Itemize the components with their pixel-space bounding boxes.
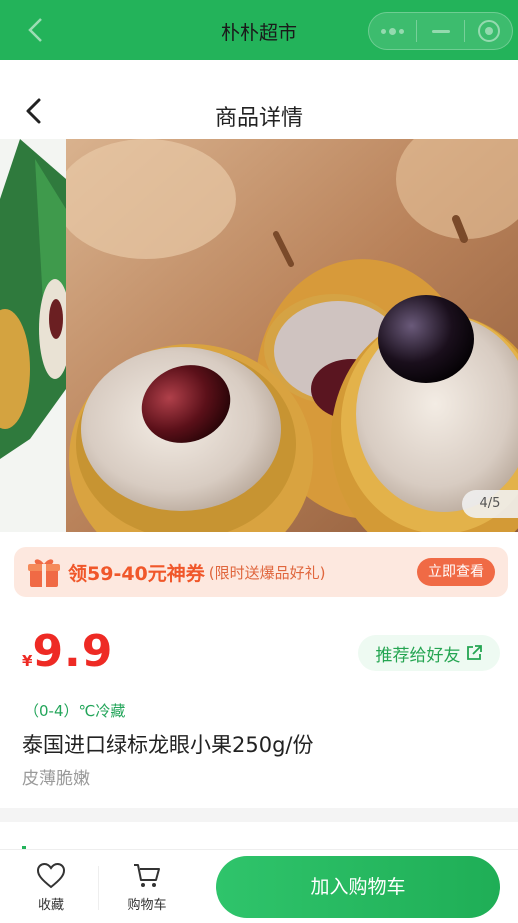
minimize-icon[interactable] [417, 13, 464, 49]
gift-icon [26, 554, 62, 590]
bottom-divider [98, 866, 99, 910]
add-to-cart-button[interactable]: 加入购物车 [216, 856, 500, 918]
price-value: 9.9 [32, 626, 114, 677]
coupon-title: 领59-40元神券 [68, 562, 205, 585]
favorite-label: 收藏 [37, 898, 64, 913]
previous-image-peek[interactable] [0, 139, 66, 532]
more-dots-icon[interactable] [369, 13, 416, 49]
mp-capsule [368, 12, 513, 50]
page-header: 商品详情 [0, 60, 518, 140]
product-name: 泰国进口绿标龙眼小果250g/份 [22, 733, 314, 757]
next-section-peek [0, 822, 518, 854]
share-label: 推荐给好友 [375, 645, 461, 666]
product-price: ¥ 9.9 [22, 626, 113, 677]
longan-product-image [56, 139, 518, 532]
heart-icon [36, 862, 66, 890]
coupon-banner[interactable]: 领59-40元神券 (限时送爆品好礼) 立即查看 [14, 547, 508, 597]
section-divider [0, 808, 518, 822]
favorite-button[interactable]: 收藏 [21, 862, 81, 913]
storage-temperature: （0-4）℃冷藏 [24, 702, 126, 720]
coupon-subtitle: (限时送爆品好礼) [208, 563, 326, 582]
bottom-action-bar: 收藏 购物车 加入购物车 [0, 849, 518, 923]
target-close-icon[interactable] [465, 13, 512, 49]
cart-button[interactable]: 购物车 [117, 862, 177, 913]
recommend-to-friend-button[interactable]: 推荐给好友 [358, 635, 500, 671]
product-gallery[interactable]: 4/5 [0, 139, 518, 532]
mini-program-bar: 朴朴超市 [0, 0, 518, 60]
product-description: 皮薄脆嫩 [22, 769, 90, 789]
gallery-page-indicator: 4/5 [462, 490, 518, 518]
external-share-icon [465, 644, 483, 662]
view-coupon-button[interactable]: 立即查看 [417, 558, 495, 586]
cart-label: 购物车 [127, 898, 167, 913]
page-title: 商品详情 [214, 106, 303, 131]
cart-icon [132, 862, 162, 890]
currency-symbol: ¥ [22, 652, 33, 670]
